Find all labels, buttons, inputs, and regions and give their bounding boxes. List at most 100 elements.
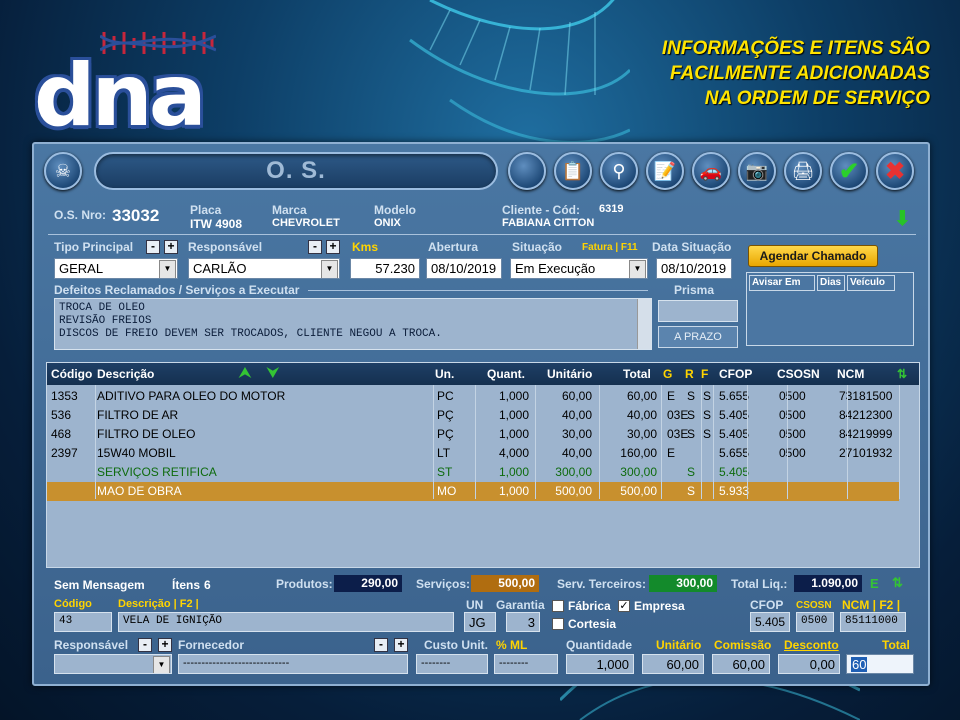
item-ml-input[interactable]: -------- [494, 654, 558, 674]
item-cfop-input[interactable]: 5.405 [750, 612, 790, 632]
notes-icon[interactable]: 📝 [646, 152, 684, 190]
item-garantia-label: Garantia [496, 598, 545, 612]
sort-toggle-icon[interactable]: ⇅ [897, 367, 907, 381]
cell-unitario: 60,00 [561, 389, 592, 403]
cell-csosn: 0500 [779, 427, 806, 441]
agendar-chamado-button[interactable]: Agendar Chamado [748, 245, 878, 267]
liquido-label: Total Liq.: [731, 577, 788, 591]
item-csosn-input[interactable]: 0500 [796, 612, 834, 632]
col-ncm[interactable]: NCM [837, 367, 864, 381]
fabrica-checkbox[interactable] [552, 600, 564, 612]
close-icon[interactable]: ✖ [876, 152, 914, 190]
col-f[interactable]: F [701, 367, 708, 381]
table-row[interactable]: 1353 ADITIVO PARA OLEO DO MOTOR PC 1,000 60,… [47, 387, 899, 406]
column-divider [535, 385, 536, 499]
cell-descricao: 15W40 MOBIL [97, 446, 176, 460]
cell-g: E [667, 446, 676, 460]
sort-toggle-icon[interactable]: ⇅ [892, 575, 903, 591]
grid-header: Código Descrição ⮝ ⮟ Un. Quant. Unitário… [47, 363, 919, 385]
cell-cfop: 5.405 [719, 427, 750, 441]
table-row[interactable]: SERVIÇOS RETIFICA ST 1,000 300,00 300,00 S 5.4… [47, 463, 899, 482]
item-forn-plus-button[interactable]: + [394, 638, 408, 652]
situacao-label: Situação [512, 240, 563, 254]
item-total-input[interactable]: 60 [846, 654, 914, 674]
skull-icon[interactable]: ☠ [44, 152, 82, 190]
sort-up-icon[interactable]: ⮝ [239, 364, 251, 381]
data-situacao-input[interactable]: 08/10/2019 [656, 258, 732, 279]
col-total[interactable]: Total [623, 367, 651, 381]
servicos-label: Serviços: [416, 577, 471, 591]
cell-total: 60,00 [626, 389, 657, 403]
item-un-input[interactable]: JG [464, 612, 496, 632]
item-custo-input[interactable]: -------- [416, 654, 488, 674]
table-row[interactable]: MAO DE OBRA MO 1,000 500,00 500,00 S 5.933 [47, 482, 899, 501]
tipo-minus-button[interactable]: - [146, 240, 160, 254]
item-garantia-input[interactable]: 3 [506, 612, 540, 632]
table-row[interactable]: 2397 15W40 MOBIL LT 4,000 40,00 160,00 E 5.655 0… [47, 444, 899, 463]
item-cfop-label: CFOP [750, 598, 784, 612]
col-quant[interactable]: Quant. [487, 367, 525, 381]
item-codigo-input[interactable]: 43 [54, 612, 112, 632]
fatura-label[interactable]: Fatura | F11 [582, 242, 638, 253]
check-icon[interactable]: ✔ [830, 152, 868, 190]
dna-logo: dna [34, 28, 224, 146]
tipo-select[interactable]: GERAL [54, 258, 178, 279]
modelo-label: Modelo [374, 203, 416, 217]
item-responsavel-select[interactable] [54, 654, 172, 674]
camera-icon[interactable]: 📷 [738, 152, 776, 190]
tipo-plus-button[interactable]: + [164, 240, 178, 254]
item-resp-plus-button[interactable]: + [158, 638, 172, 652]
item-resp-minus-button[interactable]: - [138, 638, 152, 652]
e-label[interactable]: E [870, 576, 879, 591]
resp-minus-button[interactable]: - [308, 240, 322, 254]
resp-select[interactable]: CARLÃO [188, 258, 340, 279]
item-unitario-input[interactable]: 60,00 [642, 654, 704, 674]
situacao-select[interactable]: Em Execução [510, 258, 648, 279]
item-fornecedor-input[interactable]: ----------------------------- [178, 654, 408, 674]
col-g[interactable]: G [663, 367, 672, 381]
table-row[interactable]: 536 FILTRO DE AR PÇ 1,000 40,00 40,00 03E S S 5.4… [47, 406, 899, 425]
cell-total: 300,00 [620, 465, 657, 479]
col-csosn[interactable]: CSOSN [777, 367, 820, 381]
abertura-input[interactable]: 08/10/2019 [426, 258, 502, 279]
marca-label: Marca [272, 203, 307, 217]
col-un[interactable]: Un. [435, 367, 454, 381]
arrow-down-icon[interactable]: ⬇ [894, 206, 911, 231]
kms-input[interactable]: 57.230 [350, 258, 420, 279]
item-descricao-input[interactable]: VELA DE IGNIÇÃO [118, 612, 454, 632]
sort-down-icon[interactable]: ⮟ [267, 364, 279, 381]
item-comissao-input[interactable]: 60,00 [712, 654, 770, 674]
col-cfop[interactable]: CFOP [719, 367, 752, 381]
resp-plus-button[interactable]: + [326, 240, 340, 254]
defeitos-textarea[interactable]: TROCA DE OLEO REVISÃO FREIOS DISCOS DE F… [54, 298, 652, 350]
item-quantidade-input[interactable]: 1,000 [566, 654, 634, 674]
item-total-label: Total [882, 638, 910, 652]
blank-round-button[interactable] [508, 152, 546, 190]
car-icon[interactable]: 🚗 [692, 152, 730, 190]
col-unitario[interactable]: Unitário [547, 367, 592, 381]
cell-un: PC [437, 389, 454, 403]
cortesia-checkbox[interactable] [552, 618, 564, 630]
col-codigo[interactable]: Código [51, 367, 92, 381]
table-row[interactable]: 468 FILTRO DE OLEO PÇ 1,000 30,00 30,00 03E S S 5… [47, 425, 899, 444]
col-descricao[interactable]: Descrição [97, 367, 154, 381]
clipboard-icon[interactable]: 📋 [554, 152, 592, 190]
cell-total: 500,00 [620, 484, 657, 498]
cell-csosn: 0500 [779, 408, 806, 422]
cell-f: S [703, 408, 712, 422]
col-r[interactable]: R [685, 367, 694, 381]
cell-r: S [687, 465, 696, 479]
aviso-header-veiculo: Veículo [847, 275, 895, 291]
printer-icon[interactable]: 🖨 [784, 152, 822, 190]
a-prazo-button[interactable]: A PRAZO [658, 326, 738, 348]
item-desconto-input[interactable]: 0,00 [778, 654, 840, 674]
prisma-input[interactable] [658, 300, 738, 322]
logo-text: dna [34, 46, 207, 146]
empresa-checkbox[interactable]: ✓ [618, 600, 630, 612]
item-forn-minus-button[interactable]: - [374, 638, 388, 652]
search-icon[interactable]: ⚲ [600, 152, 638, 190]
item-ncm-input[interactable]: 85111000 [840, 612, 906, 632]
produtos-value: 290,00 [334, 575, 402, 592]
cortesia-label: Cortesia [568, 617, 617, 631]
defeitos-scrollbar[interactable] [637, 299, 651, 349]
